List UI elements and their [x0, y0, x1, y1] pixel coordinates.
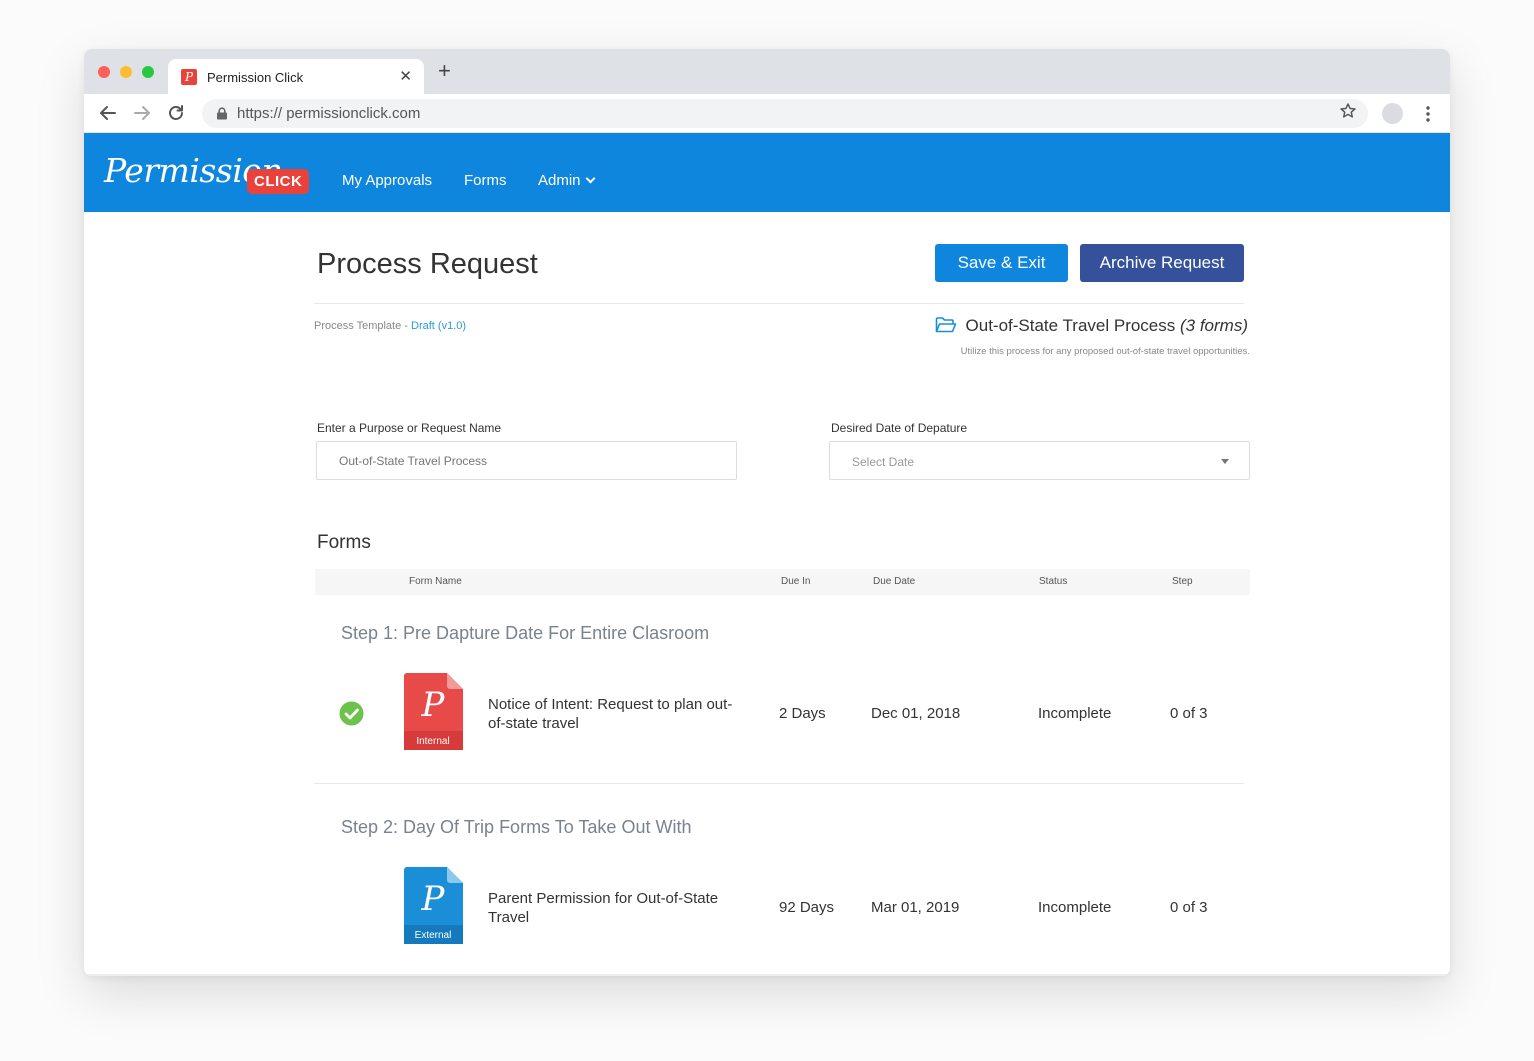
- url-text: https:// permissionclick.com: [237, 105, 421, 122]
- due-in: 2 Days: [779, 705, 826, 722]
- divider: [314, 303, 1244, 304]
- table-row[interactable]: P Internal Notice of Intent: Request to …: [315, 673, 1250, 753]
- template-version-link[interactable]: Draft (v1.0): [411, 320, 466, 332]
- profile-avatar[interactable]: [1382, 103, 1403, 124]
- process-heading: Out-of-State Travel Process (3 forms): [935, 316, 1248, 336]
- form-name[interactable]: Parent Permission for Out-of-State Trave…: [488, 889, 748, 927]
- column-status[interactable]: Status: [1039, 576, 1067, 587]
- maximize-window-button[interactable]: [142, 66, 154, 78]
- step-progress: 0 of 3: [1170, 899, 1208, 916]
- svg-text:P: P: [421, 879, 446, 919]
- table-header: Form Name Due In Due Date Status Step: [315, 569, 1250, 595]
- step-1-title: Step 1: Pre Dapture Date For Entire Clas…: [341, 623, 710, 643]
- nav-my-approvals[interactable]: My Approvals: [342, 172, 432, 189]
- browser-tab[interactable]: P Permission Click ✕: [168, 59, 424, 95]
- forward-arrow-icon[interactable]: [132, 103, 152, 123]
- folder-open-icon: [935, 317, 956, 333]
- due-date: Mar 01, 2019: [871, 899, 960, 916]
- window-bottom-edge: [84, 974, 1450, 976]
- new-tab-button[interactable]: +: [438, 60, 451, 82]
- process-template-line: Process Template - Draft (v1.0): [314, 320, 466, 332]
- status: Incomplete: [1038, 705, 1112, 722]
- reload-icon[interactable]: [166, 103, 186, 123]
- purpose-input[interactable]: [316, 441, 737, 480]
- process-description: Utilize this process for any proposed ou…: [960, 346, 1250, 357]
- check-circle-icon[interactable]: [339, 701, 364, 726]
- tab-title: Permission Click: [207, 70, 304, 85]
- nav-forms[interactable]: Forms: [464, 172, 507, 189]
- tab-close-icon[interactable]: ✕: [399, 67, 412, 85]
- nav-admin[interactable]: Admin: [538, 172, 595, 189]
- step-progress: 0 of 3: [1170, 705, 1208, 722]
- table-row[interactable]: P External Parent Permission for Out-of-…: [315, 867, 1250, 947]
- svg-text:P: P: [421, 685, 446, 725]
- departure-date-label: Desired Date of Depature: [831, 421, 968, 435]
- column-step[interactable]: Step: [1172, 576, 1193, 587]
- date-placeholder: Select Date: [852, 455, 915, 469]
- caret-down-icon: [1221, 459, 1229, 464]
- url-field[interactable]: https:// permissionclick.com: [202, 99, 1368, 128]
- browser-window: P Permission Click ✕ + https:// permissi…: [84, 49, 1450, 976]
- due-date: Dec 01, 2018: [871, 705, 961, 722]
- process-form-count: (3 forms): [1180, 316, 1248, 335]
- nav-admin-label: Admin: [538, 172, 581, 189]
- departure-date-select[interactable]: Select Date: [829, 441, 1250, 480]
- column-due-date[interactable]: Due Date: [873, 576, 915, 587]
- chevron-down-icon: [585, 173, 595, 184]
- favicon-icon: P: [181, 69, 197, 85]
- internal-form-icon: P Internal: [404, 673, 463, 750]
- form-name[interactable]: Notice of Intent: Request to plan out-of…: [488, 695, 748, 733]
- close-window-button[interactable]: [98, 66, 110, 78]
- template-label: Process Template -: [314, 320, 412, 332]
- more-menu-icon[interactable]: [1422, 104, 1434, 124]
- column-due-in[interactable]: Due In: [781, 576, 810, 587]
- form-type-label: External: [415, 930, 452, 941]
- divider: [314, 783, 1244, 784]
- save-exit-button[interactable]: Save & Exit: [935, 244, 1068, 282]
- bookmark-star-icon[interactable]: [1339, 102, 1357, 120]
- archive-request-button[interactable]: Archive Request: [1080, 244, 1244, 282]
- form-type-label: Internal: [416, 736, 449, 747]
- minimize-window-button[interactable]: [120, 66, 132, 78]
- column-form-name[interactable]: Form Name: [409, 576, 462, 587]
- step-2-title: Step 2: Day Of Trip Forms To Take Out Wi…: [341, 817, 692, 837]
- purpose-label: Enter a Purpose or Request Name: [317, 421, 502, 435]
- due-in: 92 Days: [779, 899, 835, 916]
- page-title: Process Request: [317, 248, 538, 280]
- address-bar: https:// permissionclick.com: [84, 94, 1450, 133]
- external-form-icon: P External: [404, 867, 463, 944]
- logo-badge: CLICK: [247, 169, 310, 194]
- logo[interactable]: Permission CLICK: [104, 151, 310, 195]
- tab-bar: P Permission Click ✕ +: [84, 49, 1450, 95]
- back-arrow-icon[interactable]: [98, 103, 118, 123]
- process-name: Out-of-State Travel Process: [965, 316, 1176, 335]
- status: Incomplete: [1038, 899, 1112, 916]
- forms-section-title: Forms: [317, 532, 371, 553]
- app-header: Permission CLICK My Approvals Forms Admi…: [84, 133, 1450, 212]
- lock-icon: [217, 107, 227, 120]
